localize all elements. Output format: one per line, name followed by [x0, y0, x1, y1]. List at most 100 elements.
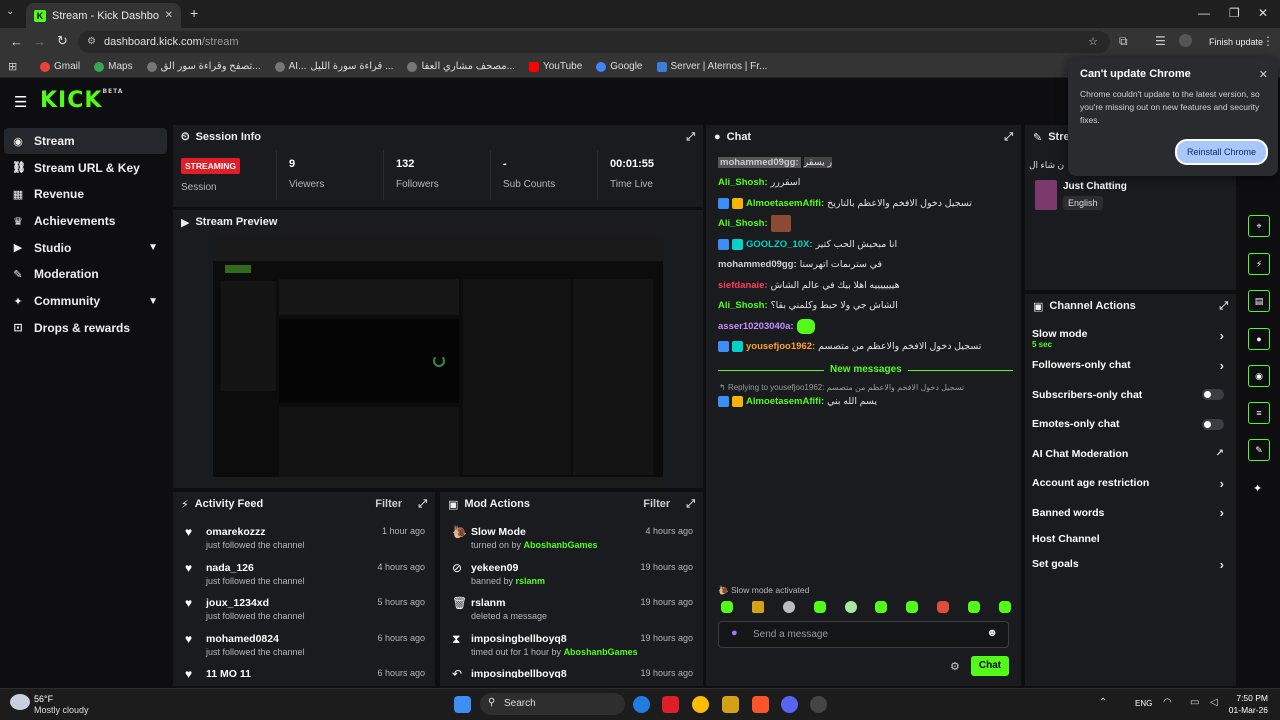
chat-username[interactable]: asser10203040a: — [718, 321, 794, 332]
tray-chevron-up-icon[interactable]: ⌃ — [1099, 697, 1107, 708]
emote-button[interactable] — [906, 601, 919, 613]
brave-icon[interactable] — [752, 696, 769, 713]
emote-button[interactable] — [875, 601, 888, 613]
finish-update-button[interactable]: Finish update — [1209, 37, 1263, 47]
sidebar-item-stream-url-key[interactable]: ⛓ Stream URL & Key — [0, 155, 170, 181]
bookmark-quran-1[interactable]: تصفح وقراءة سور الق... — [146, 61, 261, 72]
reload-icon[interactable]: ↻ — [57, 33, 68, 49]
back-icon[interactable]: ← — [10, 34, 23, 49]
weather-cloud-icon[interactable] — [10, 694, 30, 710]
chat-send-button[interactable]: Chat — [971, 656, 1009, 676]
chat-username[interactable]: Ali_Shosh: — [718, 218, 768, 229]
moderator-name[interactable]: rslanm — [516, 576, 546, 586]
chat-username[interactable]: siefdanaie: — [718, 280, 768, 291]
youtube-app-icon[interactable] — [662, 696, 679, 713]
sidebar-item-drops-rewards[interactable]: ⊡ Drops & rewards — [0, 315, 170, 341]
emote-button[interactable] — [813, 601, 826, 613]
emote-button[interactable] — [937, 601, 950, 613]
apps-grid-icon[interactable]: ⊞ — [8, 60, 17, 73]
emote-button[interactable] — [782, 601, 795, 613]
window-close-icon[interactable]: ✕ — [1258, 6, 1268, 20]
emote-button[interactable] — [844, 601, 857, 613]
obs-icon[interactable] — [810, 696, 827, 713]
volume-icon[interactable]: ◁ — [1210, 697, 1218, 708]
action-account-age[interactable]: Account age restriction › — [1025, 469, 1236, 499]
sidebar-item-revenue[interactable]: ▦ Revenue — [0, 181, 170, 207]
action-host-channel[interactable]: Host Channel — [1025, 528, 1236, 550]
chat-username[interactable]: AlmoetasemAfifi: — [746, 198, 824, 209]
input-language[interactable]: ENG — [1135, 699, 1152, 708]
filter-button[interactable]: Filter — [643, 498, 670, 510]
reading-list-icon[interactable]: ☰ — [1155, 34, 1166, 48]
popup-close-icon[interactable]: ✕ — [1259, 68, 1268, 81]
expand-icon[interactable]: ⤢ — [1004, 131, 1013, 144]
winrar-icon[interactable] — [722, 696, 739, 713]
sidebar-item-studio[interactable]: ▶ Studio ▼ — [0, 235, 170, 261]
action-ai-moderation[interactable]: AI Chat Moderation ↗ — [1025, 439, 1236, 469]
preview-video[interactable] — [213, 235, 663, 487]
minimize-icon[interactable]: — — [1198, 6, 1210, 20]
clock-date[interactable]: 01-Mar-26 — [1222, 705, 1268, 715]
clock-time[interactable]: 7:50 PM — [1222, 693, 1268, 703]
chat-username[interactable]: mohammed09gg: — [718, 156, 801, 168]
wifi-icon[interactable]: ◠ — [1163, 697, 1172, 708]
filter-button[interactable]: Filter — [375, 498, 402, 510]
site-info-icon[interactable]: ⚙ — [87, 31, 96, 53]
hamburger-menu-icon[interactable]: ☰ — [14, 93, 27, 111]
chat-settings-gear-icon[interactable]: ⚙ — [950, 660, 960, 673]
bookmark-quran-2[interactable]: AI... قراءة سورة الليل ... — [274, 61, 393, 72]
taskbar-search[interactable]: ⚲ Search — [480, 693, 625, 715]
weather-temp[interactable]: 56°F — [34, 694, 53, 704]
microphone-icon[interactable]: ● — [731, 627, 738, 639]
expand-icon[interactable]: ⤢ — [1219, 300, 1228, 313]
rail-target-icon[interactable]: ⌖ — [1248, 215, 1270, 237]
kick-logo[interactable]: KICKBETA — [40, 88, 123, 113]
expand-icon[interactable]: ⤢ — [686, 131, 695, 144]
rail-community-icon[interactable]: ✦ — [1253, 482, 1262, 495]
browser-tab[interactable]: K Stream - Kick Dashboard ✕ — [26, 3, 181, 28]
sidebar-item-moderation[interactable]: ✎ Moderation — [0, 261, 170, 287]
sidebar-item-achievements[interactable]: ♛ Achievements — [0, 208, 170, 234]
bookmark-star-icon[interactable]: ☆ — [1088, 31, 1098, 53]
bookmark-aternos[interactable]: Server | Aternos | Fr... — [656, 61, 767, 72]
chat-username[interactable]: yousefjoo1962: — [746, 341, 815, 352]
bookmark-quran-3[interactable]: مصحف مشاري العفا... — [407, 61, 515, 72]
bookmark-youtube[interactable]: YouTube — [528, 61, 582, 72]
toggle-switch[interactable] — [1202, 418, 1224, 430]
emote-button[interactable] — [998, 601, 1011, 613]
restore-icon[interactable]: ❐ — [1229, 6, 1240, 20]
expand-icon[interactable]: ⤢ — [418, 498, 427, 511]
rail-chat-icon[interactable]: ● — [1248, 328, 1270, 350]
discord-icon[interactable] — [781, 696, 798, 713]
emote-button[interactable] — [721, 601, 733, 613]
chat-username[interactable]: Ali_Shosh: — [718, 300, 768, 311]
weather-desc[interactable]: Mostly cloudy — [34, 705, 89, 715]
rail-broadcast-icon[interactable]: ◉ — [1248, 365, 1270, 387]
chat-username[interactable]: mohammed09gg: — [718, 259, 797, 270]
action-followers-only[interactable]: Followers-only chat › — [1025, 351, 1236, 381]
chat-username[interactable]: Ali_Shosh: — [718, 177, 768, 188]
emote-button[interactable] — [968, 601, 980, 613]
action-set-goals[interactable]: Set goals › — [1025, 550, 1236, 580]
forward-icon[interactable]: → — [33, 34, 46, 49]
bookmark-google[interactable]: Google — [596, 61, 643, 72]
new-tab-icon[interactable]: + — [190, 5, 198, 21]
profile-avatar[interactable] — [1179, 34, 1192, 47]
emote-button[interactable] — [751, 601, 764, 613]
chat-username[interactable]: GOOLZO_10X: — [746, 239, 813, 250]
expand-icon[interactable]: ⤢ — [686, 498, 695, 511]
chat-input[interactable]: ● Send a message ☻ — [718, 621, 1009, 648]
sidebar-item-community[interactable]: ✦ Community ▼ — [0, 288, 170, 314]
toggle-switch[interactable] — [1202, 389, 1224, 401]
rail-wrench-icon[interactable]: ✎ — [1248, 439, 1270, 461]
category-name[interactable]: Just Chatting — [1063, 181, 1127, 192]
windows-start-icon[interactable] — [454, 696, 471, 713]
bookmark-gmail[interactable]: Gmail — [40, 61, 80, 72]
moderator-name[interactable]: AboshanbGames — [524, 540, 598, 550]
network-icon[interactable]: ▭ — [1190, 697, 1199, 708]
sidebar-item-stream[interactable]: ◉ Stream — [4, 128, 167, 154]
extensions-icon[interactable]: ⧉ — [1119, 34, 1128, 49]
rail-list-icon[interactable]: ≡ — [1248, 402, 1270, 424]
rail-document-icon[interactable]: ▤ — [1248, 290, 1270, 312]
rail-bolt-icon[interactable]: ⚡ — [1248, 253, 1270, 275]
